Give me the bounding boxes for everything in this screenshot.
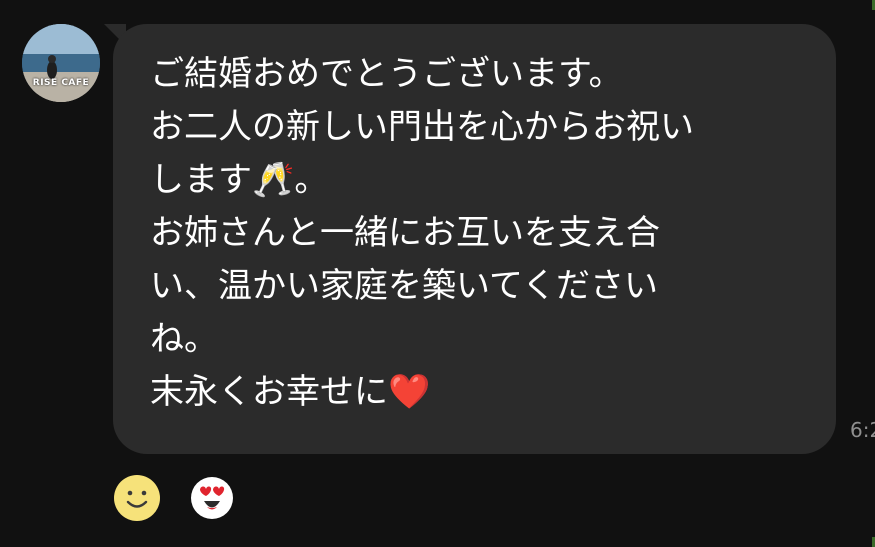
heart-eyes-reaction-button[interactable] (190, 476, 234, 520)
message-line: い、温かい家庭を築いてください (150, 266, 658, 306)
smile-reaction-button[interactable] (113, 474, 161, 522)
message-line: お姉さんと一緒にお互いを支え合 (150, 213, 660, 253)
message-line: お二人の新しい門出を心からお祝い (150, 107, 694, 147)
chat-screen: RISE CAFE ご結婚おめでとうございます。 お二人の新しい門出を心からお祝… (0, 0, 875, 547)
message-line: 末永くお幸せに❤️ (150, 372, 431, 412)
message-line: します🥂。 (150, 160, 329, 200)
message-line: ね。 (150, 319, 218, 359)
smile-icon (114, 475, 160, 521)
sender-avatar[interactable]: RISE CAFE (22, 24, 100, 102)
message-line: ご結婚おめでとうございます。 (150, 54, 623, 94)
avatar-caption: RISE CAFE (32, 78, 90, 88)
message-text: ご結婚おめでとうございます。 お二人の新しい門出を心からお祝い します🥂。 お姉… (150, 48, 810, 419)
message-timestamp: 6:2 (850, 418, 875, 442)
heart-eyes-icon (191, 477, 233, 519)
avatar-photo (22, 24, 100, 102)
